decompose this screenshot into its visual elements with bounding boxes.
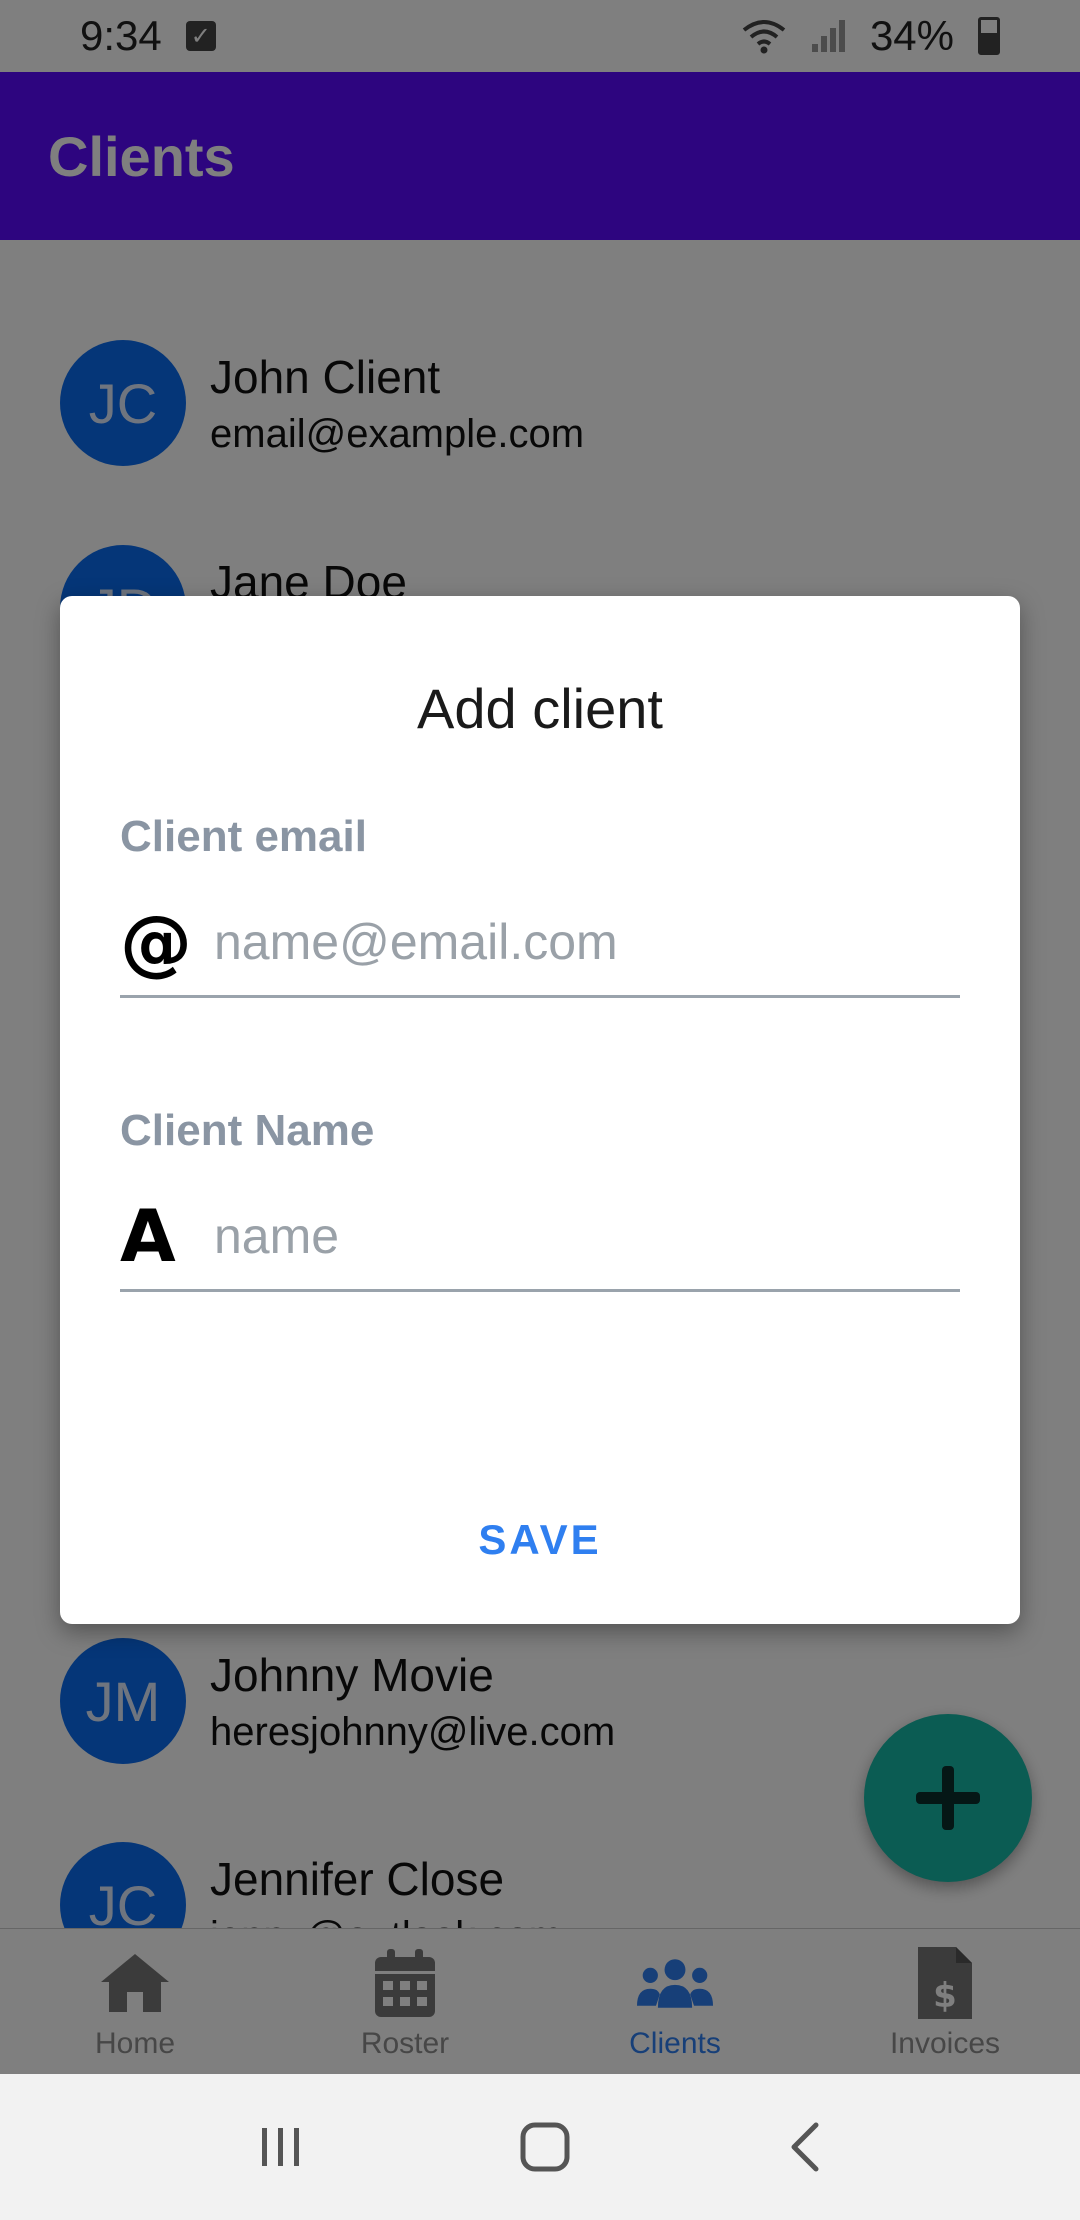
back-icon[interactable] [784,2119,824,2175]
dialog-title: Add client [417,677,663,740]
home-button-icon[interactable] [517,2119,573,2175]
add-client-dialog: Add client Client email @ Client Name A … [60,596,1020,1624]
at-sign-icon: @ [120,899,192,984]
font-letter-icon: A [120,1193,176,1278]
name-input[interactable] [214,1206,960,1265]
name-field-label: Client Name [120,1106,375,1155]
system-navigation-bar [0,2074,1080,2220]
name-field: A [120,1182,960,1292]
recent-apps-icon[interactable] [256,2122,306,2172]
email-field-label: Client email [120,812,367,861]
save-button[interactable]: SAVE [60,1516,1020,1564]
email-field: @ [120,888,960,998]
email-input[interactable] [214,912,960,971]
